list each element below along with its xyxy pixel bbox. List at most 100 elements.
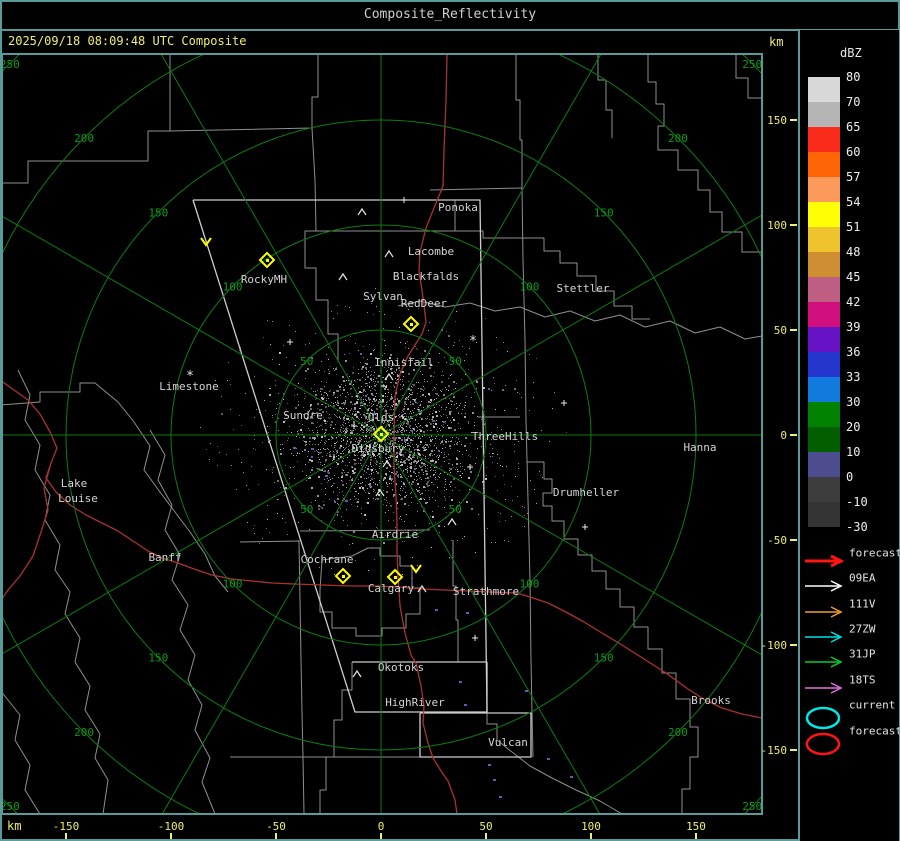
range-ring-label: 150 xyxy=(148,206,168,219)
legend-title: dBZ xyxy=(840,46,862,60)
city-label: Sylvan xyxy=(363,290,403,303)
legend-color-swatch xyxy=(808,77,840,102)
track-arrow-icon xyxy=(805,656,843,668)
city-label: Ponoka xyxy=(438,201,478,214)
city-label: ThreeHills xyxy=(472,430,538,443)
city-label: Drumheller xyxy=(553,486,620,499)
city-label: Stettler xyxy=(557,282,610,295)
right-axis-label: 100 xyxy=(767,219,787,232)
range-ring-label: 250 xyxy=(742,58,762,71)
legend-scale-value: 30 xyxy=(846,395,861,409)
legend-scale-value: 39 xyxy=(846,320,861,334)
legend-scale-value: 0 xyxy=(846,470,854,484)
city-label: Lake xyxy=(61,477,88,490)
region-label: current xyxy=(849,698,896,712)
track-arrow-icon xyxy=(805,681,843,694)
bottom-axis-label: 50 xyxy=(479,820,492,833)
range-ring-label: 250 xyxy=(742,800,762,813)
radar-map: 50 5050 50100 100100 100150 150150 150200 20020… xyxy=(0,0,900,841)
right-axis-label: 50 xyxy=(774,324,787,337)
legend-color-swatch xyxy=(808,302,840,327)
bottom-axis-label: 0 xyxy=(378,820,385,833)
city-label: Louise xyxy=(58,492,98,505)
city-label: Brooks xyxy=(691,694,731,707)
bottom-axis-unit-label: km xyxy=(7,819,22,833)
track-arrow-icon xyxy=(805,631,843,643)
legend-color-swatch xyxy=(808,327,840,352)
legend-color-swatch xyxy=(808,127,840,152)
range-ring-label: 50 xyxy=(449,503,462,516)
city-label: Cochrane xyxy=(301,553,354,566)
track-label: 27ZW xyxy=(849,622,876,636)
legend-scale-value: -30 xyxy=(846,520,868,534)
legend-scale-value: 57 xyxy=(846,170,861,184)
page-title: Composite_Reflectivity xyxy=(363,7,537,22)
legend-scale-value: 20 xyxy=(846,420,861,434)
legend-panel: dBZ 80 70 65 60 57 54 51 48 45 42 39 36 33 30 20 10 0 -10… xyxy=(800,30,900,841)
legend-color-swatch xyxy=(808,252,840,277)
legend-color-swatch xyxy=(808,477,840,502)
bottom-axis-label: -50 xyxy=(266,820,286,833)
track-label: forecast xyxy=(849,546,900,560)
city-label: Limestone xyxy=(159,380,219,393)
region-label: forecast xyxy=(849,724,900,738)
legend-scale-value: 51 xyxy=(846,220,861,234)
caret-marker-icon xyxy=(357,207,367,216)
legend-scale-value: 60 xyxy=(846,145,861,159)
city-label: Olds xyxy=(368,411,395,424)
city-label: Innisfail xyxy=(374,356,434,369)
radar-app-window: 50 50 50 50 100 100 100 100 150 150 150 150 200 200 20… xyxy=(0,0,900,841)
city-label: Okotoks xyxy=(378,661,424,674)
city-label: Didsbury xyxy=(352,442,405,455)
city-label: Lacombe xyxy=(408,245,454,258)
right-axis-label: 0 xyxy=(780,429,787,442)
range-ring-label: 100 xyxy=(223,577,243,590)
range-ring-label: 200 xyxy=(74,726,94,739)
legend-scale-value: 36 xyxy=(846,345,861,359)
track-arrow-icon xyxy=(805,605,843,618)
right-axis-label: -50 xyxy=(767,534,787,547)
track-label: 18TS xyxy=(849,673,876,686)
city-label: RockyMH xyxy=(241,273,287,286)
range-ring-label: 150 xyxy=(148,652,168,665)
range-ring-label: 50 xyxy=(300,503,313,516)
city-label: Strathmore xyxy=(453,585,519,598)
bottom-axis-label: -150 xyxy=(53,820,80,833)
timestamp-label: 2025/09/18 08:09:48 UTC Composite xyxy=(8,34,247,48)
legend-color-swatch xyxy=(808,102,840,127)
legend-color-swatch xyxy=(808,402,840,427)
legend-scale-value: 42 xyxy=(846,295,861,309)
legend-color-swatch xyxy=(808,177,840,202)
range-ring-label: 100 xyxy=(520,577,540,590)
legend-color-swatch xyxy=(808,352,840,377)
city-label: HighRiver xyxy=(385,696,445,709)
legend-scale-value: -10 xyxy=(846,495,868,509)
caret-marker-icon xyxy=(447,517,457,526)
track-label: 111V xyxy=(849,597,876,611)
caret-marker-icon xyxy=(352,669,362,678)
legend-scale-value: 48 xyxy=(846,245,861,259)
city-label: RedDeer xyxy=(401,297,448,310)
right-axis-label: 150 xyxy=(767,114,787,127)
legend-scale-value: 70 xyxy=(846,95,861,109)
region-ellipse-icon xyxy=(805,706,841,730)
range-ring-label: 150 xyxy=(594,652,614,665)
track-label: 31JP xyxy=(849,647,876,661)
caret-marker-icon xyxy=(384,249,394,258)
city-label: Banff xyxy=(148,551,181,564)
legend-color-swatch xyxy=(808,277,840,302)
track-arrow-icon xyxy=(805,554,845,568)
asterisk-marker-icon: * xyxy=(469,334,477,349)
city-label: Airdrie xyxy=(372,528,418,541)
city-label: Vulcan xyxy=(488,736,528,749)
range-ring-label: 50 xyxy=(300,355,313,368)
legend-color-swatch xyxy=(808,152,840,177)
legend-color-swatch xyxy=(808,427,840,452)
legend-scale-value: 80 xyxy=(846,70,861,84)
legend-color-swatch xyxy=(808,377,840,402)
map-content: 50 50 50 50 100 100 100 100 150 150 150 150 200 200 20… xyxy=(2,54,762,814)
city-label: Blackfalds xyxy=(393,270,459,283)
range-ring-label: 50 xyxy=(449,355,462,368)
legend-scale-value: 10 xyxy=(846,445,861,459)
legend-scale-value: 45 xyxy=(846,270,861,284)
